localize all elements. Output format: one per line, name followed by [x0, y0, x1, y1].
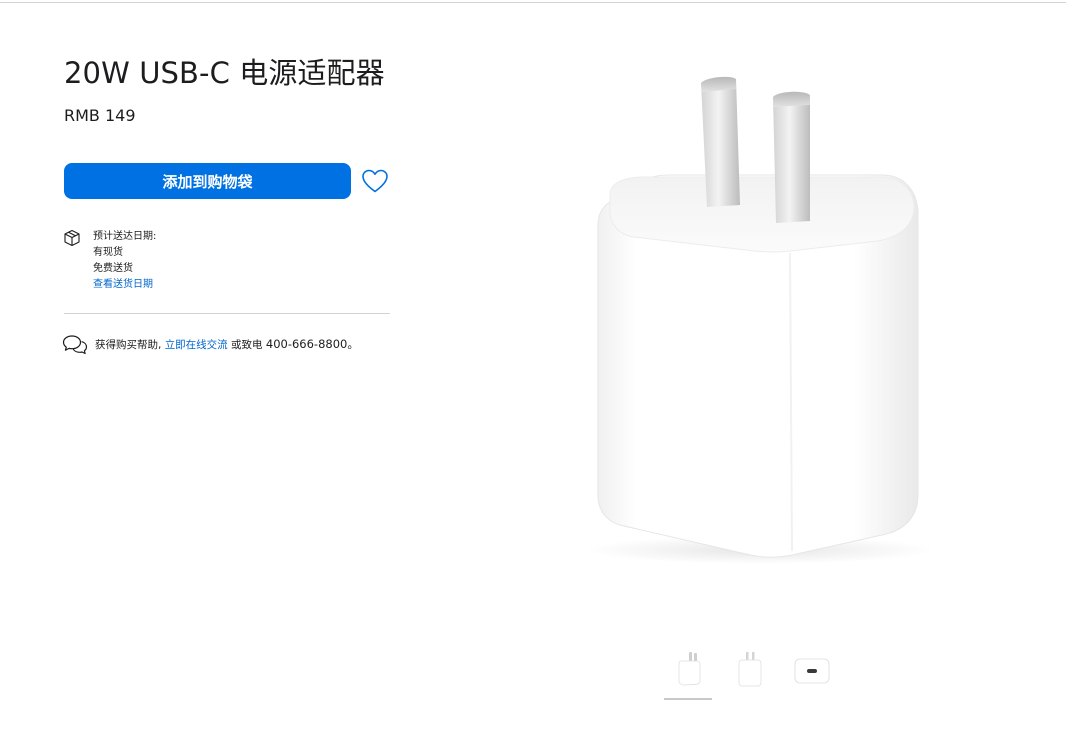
product-title: 20W USB-C 电源适配器: [64, 56, 385, 90]
purchase-help: 获得购买帮助, 立即在线交流 或致电 400-666-8800。: [95, 337, 359, 352]
delivery-info: 预计送达日期: 有现货 免费送货 查看送货日期: [93, 229, 156, 293]
thumbnail-side-view[interactable]: [726, 640, 774, 700]
favorite-button[interactable]: [360, 166, 390, 196]
charger-side-thumbnail-icon: [738, 652, 762, 687]
top-divider: [0, 2, 1066, 3]
chat-bubbles-icon: [62, 335, 88, 355]
charger-front-thumbnail-icon: [678, 652, 701, 686]
shipping-info: 免费送货: [93, 263, 133, 274]
delivery-heading: 预计送达日期:: [93, 231, 157, 242]
section-divider: [64, 313, 390, 314]
product-price: RMB 149: [64, 106, 136, 125]
check-delivery-dates-link[interactable]: 查看送货日期: [93, 277, 156, 293]
add-to-bag-button[interactable]: 添加到购物袋: [64, 163, 351, 199]
help-phone-number: 400-666-8800。: [265, 337, 359, 351]
charger-port-thumbnail-icon: [794, 658, 830, 684]
help-prefix: 获得购买帮助,: [95, 339, 162, 351]
thumbnail-front-view[interactable]: [664, 640, 712, 700]
live-chat-link[interactable]: 立即在线交流: [165, 339, 228, 351]
help-or-call: 或致电: [231, 339, 263, 351]
package-box-icon: [64, 229, 80, 247]
thumbnail-port-view[interactable]: [788, 640, 836, 700]
availability-status: 有现货: [93, 247, 123, 258]
heart-icon: [362, 169, 388, 193]
product-hero-image: [585, 76, 935, 564]
